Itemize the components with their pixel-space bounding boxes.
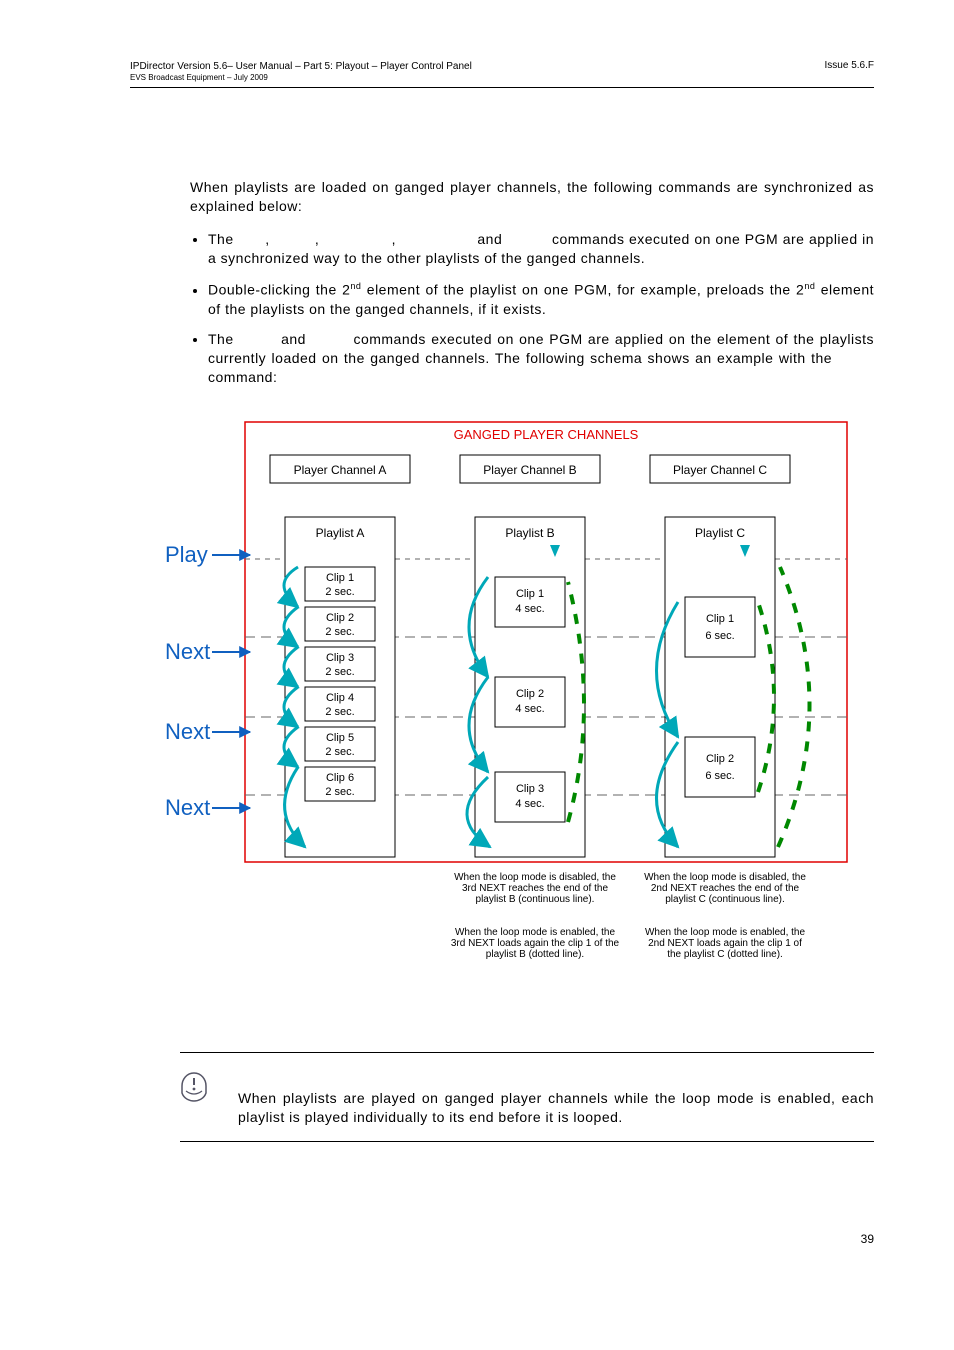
intro-paragraph: When playlists are loaded on ganged play… bbox=[190, 178, 874, 216]
svg-text:2 sec.: 2 sec. bbox=[325, 786, 354, 798]
svg-text:2 sec.: 2 sec. bbox=[325, 626, 354, 638]
svg-text:Clip 2: Clip 2 bbox=[706, 753, 734, 765]
svg-text:Playlist B: Playlist B bbox=[505, 526, 554, 540]
note-text: When playlists are played on ganged play… bbox=[238, 1071, 874, 1127]
svg-text:Clip 1: Clip 1 bbox=[706, 613, 734, 625]
svg-text:6 sec.: 6 sec. bbox=[705, 770, 734, 782]
svg-text:Clip 6: Clip 6 bbox=[326, 772, 354, 784]
svg-text:Playlist C: Playlist C bbox=[695, 526, 745, 540]
caption-c2: When the loop mode is enabled, the 2nd N… bbox=[640, 927, 810, 960]
svg-text:4 sec.: 4 sec. bbox=[515, 603, 544, 615]
svg-text:Clip 4: Clip 4 bbox=[326, 692, 354, 704]
svg-text:Clip 1: Clip 1 bbox=[516, 588, 544, 600]
svg-text:2 sec.: 2 sec. bbox=[325, 706, 354, 718]
page-header: IPDirector Version 5.6– User Manual – Pa… bbox=[130, 60, 874, 83]
bullet-1: The , , , and commands executed on one P… bbox=[208, 230, 874, 268]
diagram-title: GANGED PLAYER CHANNELS bbox=[454, 427, 639, 442]
caption-b2: When the loop mode is enabled, the 3rd N… bbox=[450, 927, 620, 960]
bullet-2: Double-clicking the 2nd element of the p… bbox=[208, 280, 874, 318]
svg-text:Clip 2: Clip 2 bbox=[326, 612, 354, 624]
svg-text:2 sec.: 2 sec. bbox=[325, 746, 354, 758]
diagram-col-c: Player Channel C Playlist C Clip 1 6 sec… bbox=[650, 455, 810, 857]
svg-text:Clip 1: Clip 1 bbox=[326, 572, 354, 584]
svg-text:Clip 2: Clip 2 bbox=[516, 688, 544, 700]
svg-text:4 sec.: 4 sec. bbox=[515, 798, 544, 810]
svg-text:4 sec.: 4 sec. bbox=[515, 703, 544, 715]
svg-text:Clip 3: Clip 3 bbox=[516, 783, 544, 795]
cmd-play: Play bbox=[165, 542, 208, 567]
svg-text:6 sec.: 6 sec. bbox=[705, 630, 734, 642]
svg-text:Clip 3: Clip 3 bbox=[326, 652, 354, 664]
caution-icon bbox=[180, 1071, 208, 1108]
diagram-col-a: Player Channel A Playlist A Clip 1 2 sec… bbox=[270, 455, 410, 857]
svg-text:Player Channel C: Player Channel C bbox=[673, 463, 767, 477]
caption-b1: When the loop mode is disabled, the 3rd … bbox=[450, 872, 620, 905]
svg-text:Player Channel A: Player Channel A bbox=[294, 463, 387, 477]
header-issue: Issue 5.6.F bbox=[825, 60, 874, 71]
caption-c1: When the loop mode is disabled, the 2nd … bbox=[640, 872, 810, 905]
bullet-list: The , , , and commands executed on one P… bbox=[190, 230, 874, 387]
cmd-next-3: Next bbox=[165, 795, 210, 820]
header-subtitle: EVS Broadcast Equipment – July 2009 bbox=[130, 73, 472, 83]
svg-text:Clip 5: Clip 5 bbox=[326, 732, 354, 744]
bullet-3: The and commands executed on one PGM are… bbox=[208, 330, 874, 387]
cmd-next-1: Next bbox=[165, 639, 210, 664]
header-divider bbox=[130, 87, 874, 88]
cmd-next-2: Next bbox=[165, 719, 210, 744]
svg-text:Player Channel B: Player Channel B bbox=[483, 463, 576, 477]
page-number: 39 bbox=[130, 1232, 874, 1246]
diagram-col-b: Player Channel B Playlist B Clip 1 4 sec… bbox=[460, 455, 600, 857]
svg-text:2 sec.: 2 sec. bbox=[325, 666, 354, 678]
ganged-channels-diagram: GANGED PLAYER CHANNELS Play Next Next Ne… bbox=[150, 417, 874, 1002]
svg-text:2 sec.: 2 sec. bbox=[325, 586, 354, 598]
svg-text:Playlist A: Playlist A bbox=[316, 526, 365, 540]
header-title: IPDirector Version 5.6– User Manual – Pa… bbox=[130, 60, 472, 73]
note-block: When playlists are played on ganged play… bbox=[180, 1052, 874, 1142]
